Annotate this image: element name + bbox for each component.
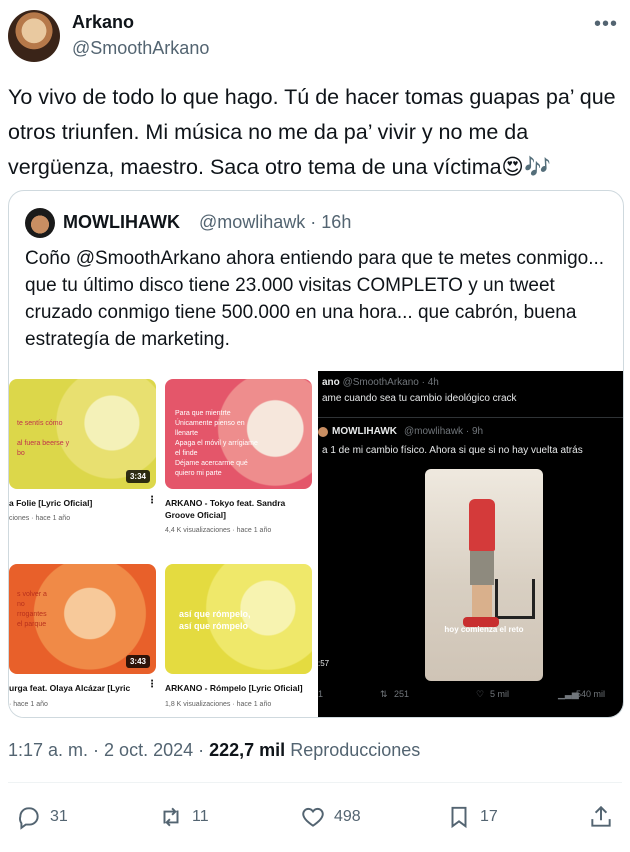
quoted-tweet[interactable]: MOWLIHAWK @mowlihawk · 16h Coño @SmoothA…: [8, 190, 624, 718]
like-button[interactable]: 498: [300, 802, 361, 832]
author-name[interactable]: Arkano: [72, 12, 134, 33]
nested-inner-text: a 1 de mi cambio físico. Ahora si que si…: [322, 445, 583, 456]
thumbnail-lyrics: s volver a no rrogantes el parque: [17, 591, 47, 628]
retweet-count: 11: [192, 808, 209, 825]
video-time: :57: [318, 659, 330, 668]
quoted-media-image-right[interactable]: ano @SmoothArkano · 4h ame cuando sea tu…: [318, 371, 623, 717]
quoted-media-image-left[interactable]: te sentís cómo al fuera beerse y bo 3:34…: [9, 371, 316, 717]
thumbnail-lyrics: así que rómpelo, así que rómpelo: [179, 609, 251, 631]
more-options-icon[interactable]: •••: [592, 10, 620, 38]
reply-button[interactable]: 31: [16, 802, 68, 832]
nested-avatar: [318, 427, 328, 437]
reply-icon: [19, 807, 39, 830]
video-more-icon: ⋮: [147, 495, 157, 506]
quoted-author-name: MOWLIHAWK: [63, 212, 180, 232]
retweet-icon: [163, 807, 179, 827]
bookmark-button[interactable]: 17: [446, 802, 498, 832]
video-duration: 3:43: [125, 655, 150, 668]
thumbnail-lyrics: Para que mientrte Únicamente pienso en l…: [175, 410, 258, 477]
video-caption: hoy comienza el reto: [444, 625, 524, 634]
reply-count: 31: [50, 808, 68, 825]
person-figure: [469, 499, 495, 551]
video-thumbnail: así que rómpelo, así que rómpelo: [165, 564, 312, 674]
views-count: 222,7 mil: [209, 740, 286, 760]
share-icon: [591, 805, 611, 827]
video-more-icon: ⋮: [147, 679, 157, 690]
divider: [8, 782, 622, 783]
heart-icon: [302, 807, 324, 827]
views-label: Reproducciones: [290, 740, 421, 760]
video-thumbnail: Para que mientrte Únicamente pienso en l…: [165, 379, 312, 489]
person-figure: [470, 551, 494, 585]
nested-video: hoy comienza el reto: [425, 469, 543, 681]
video-title: a Folie [Lyric Oficial]: [9, 498, 93, 508]
quoted-author-handle: @mowlihawk · 16h: [199, 212, 352, 232]
video-meta: 1,8 K visualizaciones · hace 1 año: [165, 701, 272, 708]
tweet-text: Yo vivo de todo lo que hago. Tú de hacer…: [8, 85, 616, 179]
like-count: 498: [334, 808, 361, 825]
video-title: ARKANO - Tokyo feat. Sandra Groove Ofici…: [165, 498, 286, 520]
nested-inner-name: MOWLIHAWK: [332, 426, 397, 437]
share-button[interactable]: [588, 802, 614, 832]
nested-name: ano: [322, 377, 340, 388]
video-thumbnail: s volver a no rrogantes el parque 3:43: [9, 564, 156, 674]
nested-tweet-header: ano @SmoothArkano · 4h: [322, 377, 439, 388]
video-duration: 3:34: [125, 470, 150, 483]
tweet-meta: 1:17 a. m. · 2 oct. 2024 · 222,7 mil Rep…: [8, 740, 421, 760]
retweet-button[interactable]: 11: [158, 802, 209, 832]
quoted-avatar[interactable]: [25, 208, 55, 238]
nested-like-icon: ♡: [476, 689, 485, 699]
author-handle[interactable]: @SmoothArkano: [72, 38, 209, 59]
bookmark-count: 17: [480, 808, 498, 825]
quoted-tweet-text: Coño @SmoothArkano ahora entiendo para q…: [25, 248, 605, 350]
tweet-time[interactable]: 1:17 a. m.: [8, 740, 88, 760]
divider: [318, 417, 623, 418]
person-figure: [472, 585, 492, 619]
nested-retweet-icon: ⇅: [380, 689, 388, 699]
nested-handle: @SmoothArkano · 4h: [342, 377, 439, 388]
thumbnail-lyrics: te sentís cómo al fuera beerse y bo: [17, 420, 70, 457]
nested-replies: 1: [318, 689, 324, 699]
video-meta: 4,4 K visualizaciones · hace 1 año: [165, 527, 272, 534]
nested-views: 540 mil: [576, 689, 606, 699]
video-thumbnail: te sentís cómo al fuera beerse y bo 3:34: [9, 379, 156, 489]
author-avatar[interactable]: [8, 10, 60, 62]
video-title: ARKANO - Rómpelo [Lyric Oficial]: [165, 683, 303, 693]
nested-likes: 5 mil: [490, 689, 510, 699]
nested-retweets: 251: [394, 689, 410, 699]
gym-bench: [495, 579, 535, 619]
video-title: urga feat. Olaya Alcázar [Lyric: [9, 683, 131, 693]
video-meta: ciones · hace 1 año: [9, 515, 71, 522]
bookmark-icon: [451, 806, 467, 829]
nested-tweet-text: ame cuando sea tu cambio ideológico crac…: [322, 393, 517, 404]
nested-inner-handle: @mowlihawk · 9h: [404, 426, 484, 437]
video-meta: · hace 1 año: [9, 701, 48, 708]
tweet-date[interactable]: 2 oct. 2024: [104, 740, 193, 760]
